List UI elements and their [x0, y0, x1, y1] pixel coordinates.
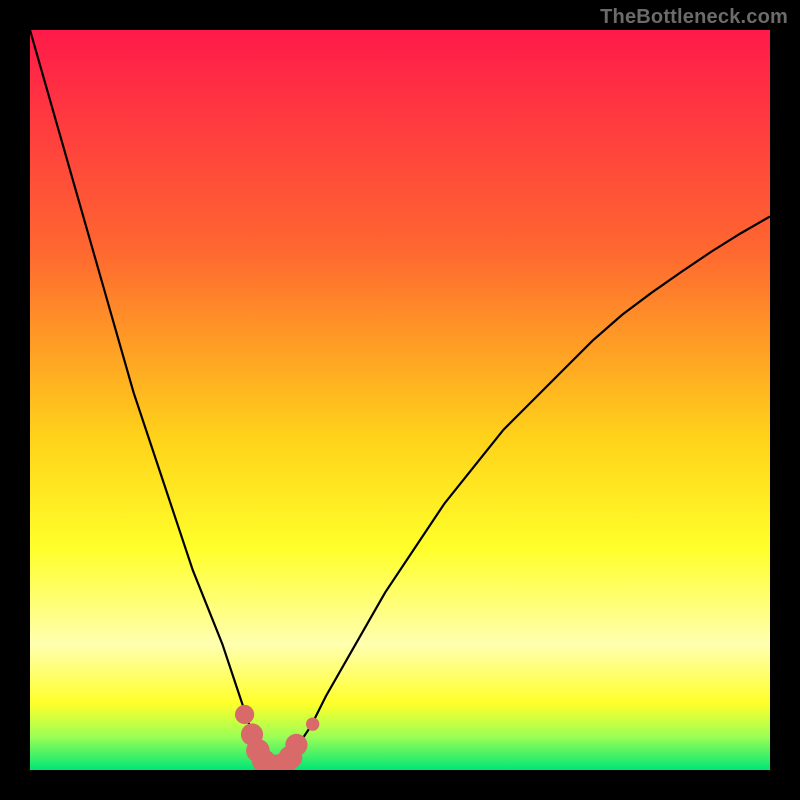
optimal-marker: [306, 717, 319, 730]
gradient-background: [30, 30, 770, 770]
outer-frame: TheBottleneck.com: [0, 0, 800, 800]
optimal-marker: [235, 705, 254, 724]
bottleneck-chart: [30, 30, 770, 770]
plot-area: [30, 30, 770, 770]
optimal-marker: [285, 734, 307, 756]
attribution-text: TheBottleneck.com: [600, 6, 788, 29]
